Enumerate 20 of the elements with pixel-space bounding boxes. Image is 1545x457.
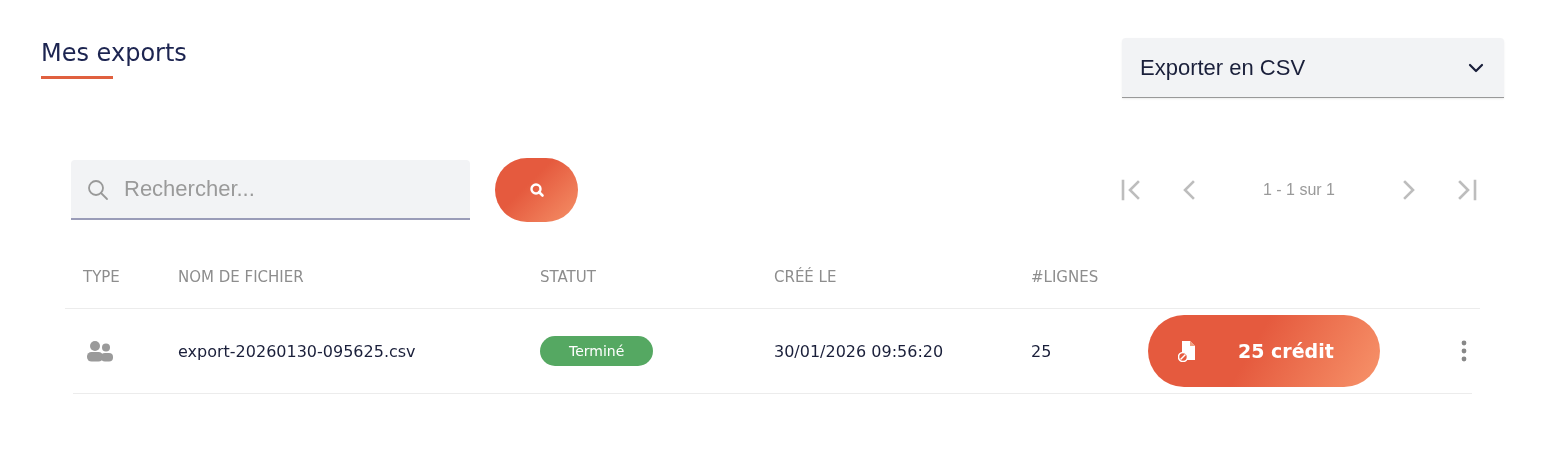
column-header: CRÉÉ LE bbox=[774, 268, 837, 286]
page-range: 1 - 1 sur 1 bbox=[1262, 181, 1335, 199]
column-header: STATUT bbox=[540, 268, 596, 286]
column-header: TYPE bbox=[83, 268, 120, 286]
credit-button[interactable]: 25 crédit bbox=[1148, 315, 1380, 387]
created-date: 30/01/2026 09:56:20 bbox=[774, 341, 944, 361]
column-header: NOM DE FICHIER bbox=[178, 268, 304, 286]
file-name: export-20260130-095625.csv bbox=[178, 341, 416, 361]
search-icon bbox=[528, 182, 545, 198]
search-icon bbox=[87, 179, 109, 201]
title-underline bbox=[41, 76, 113, 79]
export-dropdown[interactable]: Exporter en CSV bbox=[1122, 38, 1504, 98]
page-title: Mes exports bbox=[41, 38, 187, 69]
document-blocked-icon bbox=[1178, 340, 1198, 362]
search-field[interactable]: Rechercher... bbox=[71, 160, 470, 220]
more-options-button[interactable] bbox=[1461, 340, 1467, 362]
line-count: 25 bbox=[1031, 341, 1052, 361]
status-badge: Terminé bbox=[540, 336, 654, 366]
column-header: #LIGNES bbox=[1031, 268, 1099, 286]
people-icon bbox=[87, 340, 113, 362]
